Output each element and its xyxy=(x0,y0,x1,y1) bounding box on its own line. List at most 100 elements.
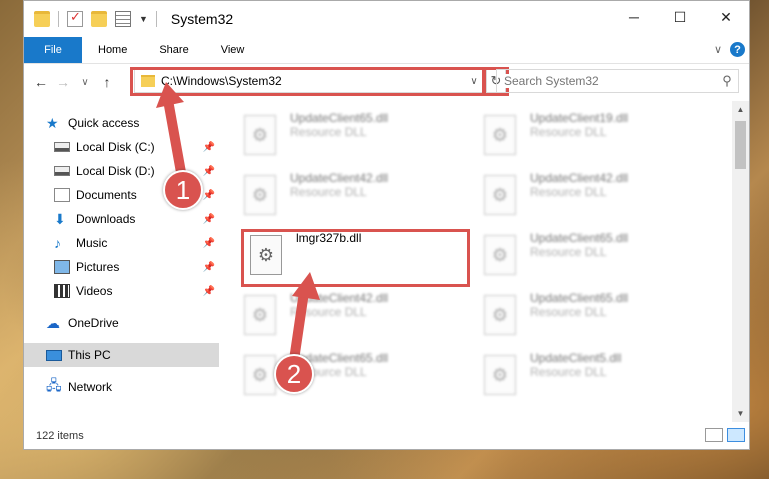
sidebar-item-music[interactable]: ♪ Music 📌 xyxy=(24,231,219,255)
view-toggle xyxy=(705,428,745,442)
file-type: Resource DLL xyxy=(290,305,367,319)
ribbon-tabs: File Home Share View ∨ ? xyxy=(24,37,749,64)
file-type: Resource DLL xyxy=(530,245,607,259)
new-folder-icon[interactable] xyxy=(91,11,107,27)
sidebar-item-network[interactable]: 🖧 Network xyxy=(24,375,219,399)
sidebar-item-label: Quick access xyxy=(68,116,140,130)
pin-icon[interactable]: 📌 xyxy=(203,142,215,153)
folder-icon xyxy=(34,11,50,27)
list-item[interactable]: ⚙ UpdateClient42.dll Resource DLL xyxy=(244,171,474,227)
tab-file[interactable]: File xyxy=(24,37,82,63)
file-type: Resource DLL xyxy=(290,125,367,139)
close-button[interactable]: ✕ xyxy=(703,1,749,33)
pin-icon[interactable]: 📌 xyxy=(203,166,215,177)
pin-icon[interactable]: 📌 xyxy=(203,214,215,225)
file-type: Resource DLL xyxy=(530,305,607,319)
target-file-highlight xyxy=(241,229,470,287)
list-item[interactable]: ⚙ UpdateClient65.dll Resource DLL xyxy=(484,291,714,347)
sidebar-item-onedrive[interactable]: ☁ OneDrive xyxy=(24,311,219,335)
title-bar: ▼ System32 ─ ☐ ✕ xyxy=(24,1,749,37)
sidebar-item-label: Downloads xyxy=(76,212,136,226)
navigation-bar: ← → ∨ ↑ C:\Windows\System32 ∨ ↻ ⚲ xyxy=(24,64,749,100)
music-icon: ♪ xyxy=(54,235,61,251)
address-highlight xyxy=(130,67,485,96)
file-type: Resource DLL xyxy=(530,365,607,379)
vertical-scrollbar[interactable]: ▲ ▼ xyxy=(732,101,749,422)
drive-icon xyxy=(54,142,70,152)
dll-file-icon: ⚙ xyxy=(484,355,516,395)
list-item[interactable]: ⚙ UpdateClient5.dll Resource DLL xyxy=(484,351,714,407)
pin-icon[interactable]: 📌 xyxy=(203,190,215,201)
sidebar-item-label: OneDrive xyxy=(68,316,119,330)
sidebar-item-quick-access[interactable]: ★ Quick access xyxy=(24,111,219,135)
dll-file-icon: ⚙ xyxy=(244,295,276,335)
expand-ribbon-icon[interactable]: ∨ xyxy=(714,43,722,56)
scroll-thumb[interactable] xyxy=(735,121,746,169)
dll-file-icon: ⚙ xyxy=(484,295,516,335)
dll-file-icon: ⚙ xyxy=(484,235,516,275)
file-name: UpdateClient5.dll xyxy=(530,351,622,365)
window-title: System32 xyxy=(170,11,234,27)
tab-share[interactable]: Share xyxy=(143,37,204,63)
window-controls: ─ ☐ ✕ xyxy=(611,1,749,33)
sidebar-item-label: Local Disk (C:) xyxy=(76,140,155,154)
status-bar: 122 items xyxy=(24,422,749,449)
sidebar-item-label: Pictures xyxy=(76,260,120,274)
sidebar-item-videos[interactable]: Videos 📌 xyxy=(24,279,219,303)
search-input[interactable] xyxy=(504,74,716,88)
step-badge-1: 1 xyxy=(163,170,203,210)
pin-icon[interactable]: 📌 xyxy=(203,262,215,273)
recent-locations-button[interactable]: ∨ xyxy=(74,77,96,88)
search-icon[interactable]: ⚲ xyxy=(716,73,738,89)
file-name: UpdateClient65.dll xyxy=(530,291,629,305)
minimize-button[interactable]: ─ xyxy=(611,1,657,33)
sidebar-item-downloads[interactable]: ⬇ Downloads 📌 xyxy=(24,207,219,231)
large-icons-view-icon[interactable] xyxy=(727,428,745,442)
up-button[interactable]: ↑ xyxy=(96,74,118,90)
pin-icon[interactable]: 📌 xyxy=(203,238,215,249)
computer-icon xyxy=(46,349,62,361)
customize-toolbar-icon[interactable]: ▼ xyxy=(139,14,148,24)
scroll-up-icon[interactable]: ▲ xyxy=(732,101,749,118)
downloads-icon: ⬇ xyxy=(54,210,66,227)
properties-icon[interactable] xyxy=(115,11,131,27)
explorer-body: ★ Quick access Local Disk (C:) 📌 Local D… xyxy=(24,101,749,422)
sidebar-item-local-disk-c[interactable]: Local Disk (C:) 📌 xyxy=(24,135,219,159)
list-item[interactable]: ⚙ UpdateClient19.dll Resource DLL xyxy=(484,111,714,167)
scroll-down-icon[interactable]: ▼ xyxy=(732,405,749,422)
details-view-icon[interactable] xyxy=(705,428,723,442)
pin-icon[interactable]: 📌 xyxy=(203,286,215,297)
documents-icon xyxy=(54,188,70,202)
forward-button[interactable]: → xyxy=(52,74,74,90)
divider xyxy=(155,11,157,27)
maximize-button[interactable]: ☐ xyxy=(657,1,703,33)
quick-access-toolbar: ▼ xyxy=(34,9,157,27)
file-name: UpdateClient42.dll xyxy=(290,291,389,305)
file-name: UpdateClient65.dll xyxy=(290,111,389,125)
sidebar-item-label: Documents xyxy=(76,188,137,202)
tab-view[interactable]: View xyxy=(205,37,261,63)
list-item[interactable]: ⚙ UpdateClient65.dll Resource DLL xyxy=(244,111,474,167)
dll-file-icon: ⚙ xyxy=(244,355,276,395)
file-list: ⚙ UpdateClient65.dll Resource DLL ⚙ Updat… xyxy=(241,101,731,422)
videos-icon xyxy=(54,284,70,298)
list-item[interactable]: ⚙ UpdateClient42.dll Resource DLL xyxy=(484,171,714,227)
back-button[interactable]: ← xyxy=(30,74,52,90)
search-box[interactable]: ⚲ xyxy=(496,69,739,93)
tab-home[interactable]: Home xyxy=(82,37,143,63)
ribbon-right-controls: ∨ ? xyxy=(714,42,745,57)
sidebar-item-label: Network xyxy=(68,380,113,394)
properties-check-icon[interactable] xyxy=(67,9,83,27)
sidebar-item-pictures[interactable]: Pictures 📌 xyxy=(24,255,219,279)
file-name: UpdateClient42.dll xyxy=(290,171,389,185)
help-icon[interactable]: ? xyxy=(730,42,745,57)
item-count: 122 items xyxy=(36,429,84,442)
list-item[interactable]: ⚙ UpdateClient42.dll Resource DLL xyxy=(244,291,474,347)
list-item[interactable]: ⚙ UpdateClient65.dll Resource DLL xyxy=(484,231,714,287)
sidebar-item-this-pc[interactable]: This PC xyxy=(24,343,219,367)
dll-file-icon: ⚙ xyxy=(244,115,276,155)
step-badge-2: 2 xyxy=(274,354,314,394)
